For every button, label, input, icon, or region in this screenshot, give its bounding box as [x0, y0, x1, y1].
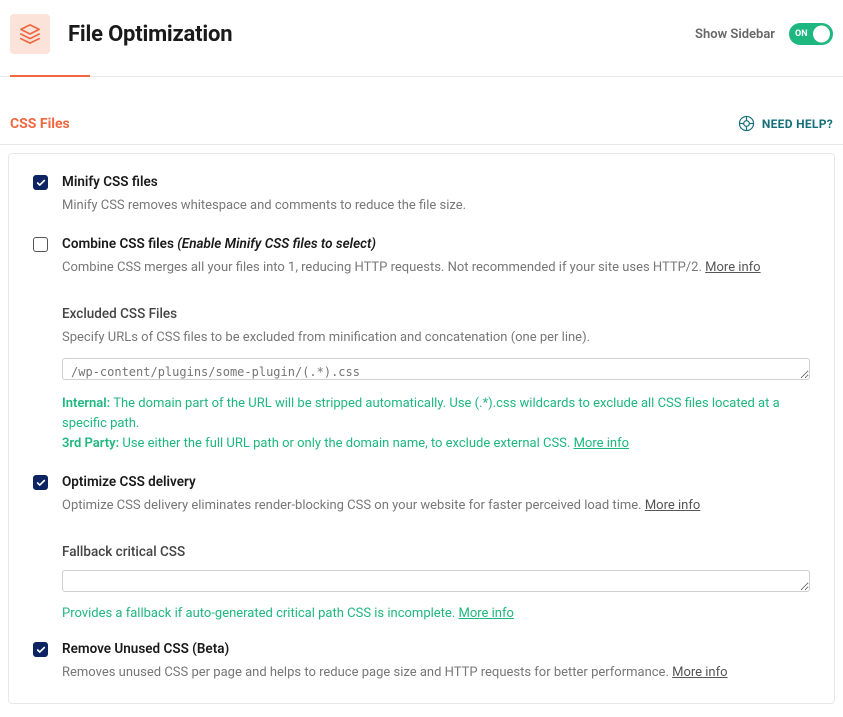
show-sidebar-toggle[interactable]: ON [789, 23, 833, 45]
minify-css-checkbox[interactable] [33, 175, 48, 190]
combine-more-info-link[interactable]: More info [705, 260, 760, 275]
fallback-css-block: Fallback critical CSS Provides a fallbac… [62, 544, 810, 621]
minify-title: Minify CSS files [62, 174, 810, 190]
excluded-css-block: Excluded CSS Files Specify URLs of CSS f… [62, 306, 810, 454]
option-minify-css: Minify CSS files Minify CSS removes whit… [9, 154, 834, 216]
page-title: File Optimization [68, 22, 695, 47]
check-icon [36, 478, 46, 488]
combine-css-checkbox[interactable] [33, 237, 48, 252]
option-remove-unused-css: Remove Unused CSS (Beta) Removes unused … [9, 621, 834, 683]
remove-unused-checkbox[interactable] [33, 642, 48, 657]
page-header: File Optimization Show Sidebar ON [0, 0, 843, 77]
section-title: CSS Files [10, 116, 70, 132]
section-header: CSS Files NEED HELP? [0, 77, 843, 145]
optimize-title: Optimize CSS delivery [62, 474, 810, 490]
excluded-hints: Internal: The domain part of the URL wil… [62, 394, 810, 454]
third-party-text: Use either the full URL path or only the… [122, 436, 570, 451]
remove-unused-more-info-link[interactable]: More info [672, 665, 727, 680]
css-options-panel: Minify CSS files Minify CSS removes whit… [8, 153, 835, 704]
remove-unused-title: Remove Unused CSS (Beta) [62, 641, 810, 657]
excluded-more-info-link[interactable]: More info [574, 436, 629, 451]
help-icon [738, 115, 755, 132]
need-help-label: NEED HELP? [762, 117, 833, 131]
layers-icon [10, 14, 50, 54]
combine-title: Combine CSS files (Enable Minify CSS fil… [62, 236, 810, 252]
option-combine-css: Combine CSS files (Enable Minify CSS fil… [9, 216, 834, 278]
optimize-delivery-checkbox[interactable] [33, 475, 48, 490]
combine-desc: Combine CSS merges all your files into 1… [62, 258, 810, 278]
optimize-more-info-link[interactable]: More info [645, 498, 700, 513]
third-party-label: 3rd Party: [62, 436, 119, 451]
show-sidebar-label: Show Sidebar [695, 27, 775, 42]
toggle-state-label: ON [795, 29, 808, 39]
fallback-title: Fallback critical CSS [62, 544, 810, 560]
toggle-knob [813, 26, 830, 43]
check-icon [36, 178, 46, 188]
excluded-title: Excluded CSS Files [62, 306, 810, 322]
remove-unused-desc: Removes unused CSS per page and helps to… [62, 663, 810, 683]
minify-desc: Minify CSS removes whitespace and commen… [62, 196, 810, 216]
internal-label: Internal: [62, 396, 110, 411]
need-help-link[interactable]: NEED HELP? [738, 115, 833, 132]
check-icon [36, 645, 46, 655]
fallback-more-info-link[interactable]: More info [458, 606, 513, 621]
internal-text: The domain part of the URL will be strip… [62, 396, 780, 431]
excluded-css-textarea[interactable] [62, 358, 810, 380]
option-optimize-delivery: Optimize CSS delivery Optimize CSS deliv… [9, 454, 834, 516]
optimize-desc: Optimize CSS delivery eliminates render-… [62, 496, 810, 516]
excluded-desc: Specify URLs of CSS files to be excluded… [62, 328, 810, 348]
fallback-hint: Provides a fallback if auto-generated cr… [62, 606, 810, 621]
fallback-css-textarea[interactable] [62, 570, 810, 592]
